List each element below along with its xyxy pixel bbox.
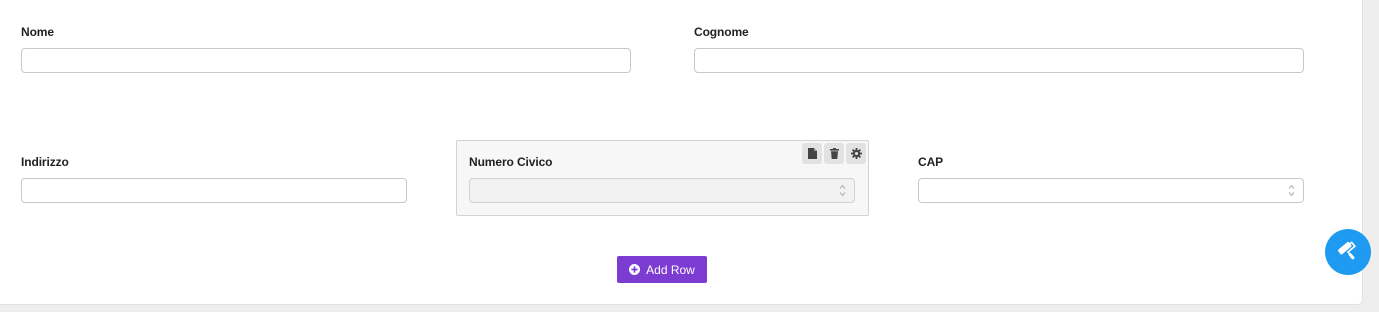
spinner-arrows-icon [839, 184, 846, 197]
plus-circle-icon [629, 264, 641, 275]
add-row-button[interactable]: Add Row [617, 256, 707, 283]
indirizzo-input[interactable] [21, 178, 407, 203]
cap-input[interactable] [918, 178, 1304, 203]
paint-roller-icon [1338, 241, 1357, 260]
spinner-arrows-icon [1288, 184, 1295, 197]
nome-input[interactable] [21, 48, 631, 73]
nome-field-group: Nome [21, 25, 631, 73]
cap-label: CAP [918, 155, 944, 169]
numero-civico-input[interactable] [469, 178, 855, 203]
add-row-label: Add Row [646, 262, 695, 277]
numero-civico-component[interactable]: Numero Civico [456, 140, 869, 216]
cognome-input[interactable] [694, 48, 1304, 73]
numero-civico-field-group: Numero Civico [469, 155, 855, 203]
number-spinner[interactable] [1287, 182, 1296, 199]
cognome-field-group: Cognome [694, 25, 1304, 73]
theme-fab-button[interactable] [1325, 229, 1371, 275]
indirizzo-label: Indirizzo [21, 155, 69, 169]
numero-civico-label: Numero Civico [469, 155, 553, 169]
form-card: Nome Cognome Indirizzo Numero Civico CAP… [0, 0, 1363, 305]
number-spinner[interactable] [838, 182, 847, 199]
cap-field-group: CAP [918, 155, 1304, 203]
nome-label: Nome [21, 25, 54, 39]
indirizzo-field-group: Indirizzo [21, 155, 407, 203]
cognome-label: Cognome [694, 25, 749, 39]
